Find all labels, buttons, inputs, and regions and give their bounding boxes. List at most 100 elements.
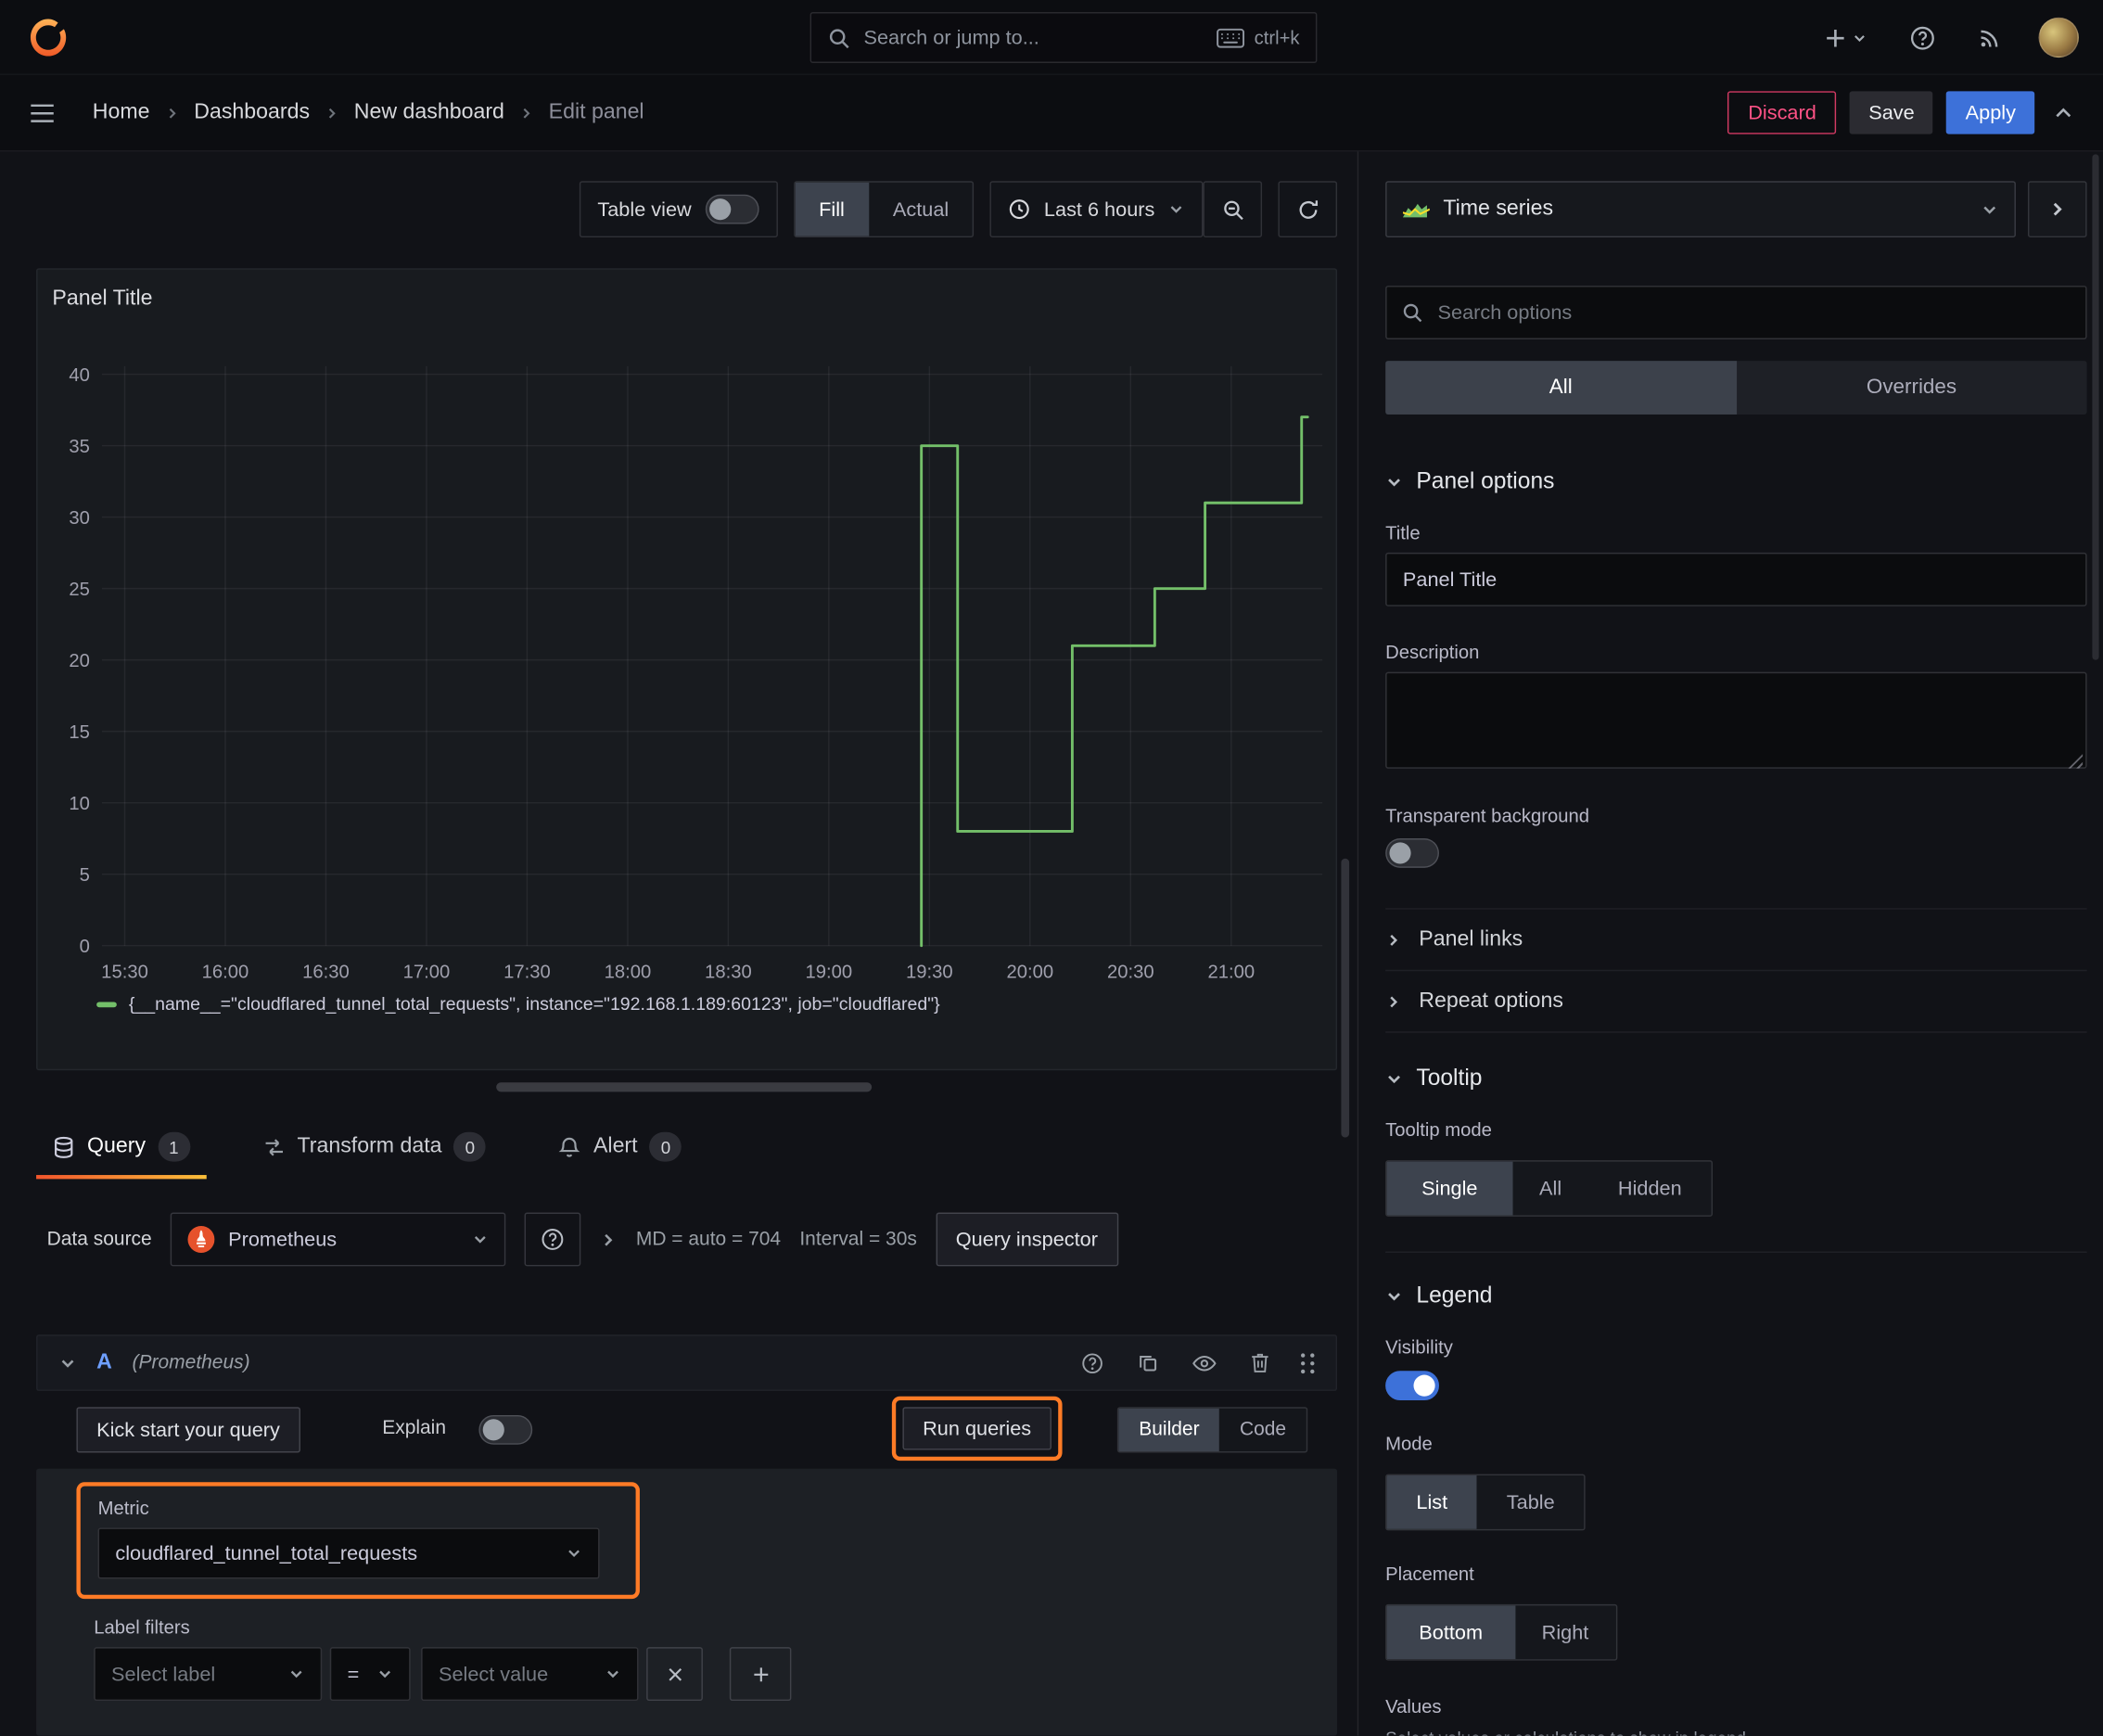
refresh-button[interactable] [1278,181,1338,238]
run-queries-highlight: Run queries [891,1396,1063,1462]
query-ref-id[interactable]: A [96,1351,112,1375]
legend-visibility-toggle[interactable] [1385,1371,1439,1401]
repeat-options-section[interactable]: Repeat options [1385,969,2087,1032]
transparent-background-toggle[interactable] [1385,838,1439,868]
legend-values-help: Select values or calculations to show in… [1385,1728,2086,1736]
explain-toggle[interactable] [478,1414,533,1445]
operator-dropdown[interactable]: = [329,1647,411,1702]
select-label-dropdown[interactable]: Select label [94,1647,323,1702]
search-options-input[interactable] [1385,286,2087,339]
svg-text:30: 30 [69,508,90,529]
tab-all[interactable]: All [1385,361,1737,415]
drag-handle-icon[interactable] [1301,1352,1315,1373]
chevron-down-icon[interactable] [59,1354,77,1372]
chart-legend[interactable]: {__name__="cloudflared_tunnel_total_requ… [96,994,940,1014]
breadcrumb-dashboards[interactable]: Dashboards [194,100,310,124]
help-button[interactable] [1905,19,1941,56]
alert-count-badge: 0 [649,1131,682,1162]
panel-resize-handle[interactable] [496,1082,873,1092]
metric-select[interactable]: cloudflared_tunnel_total_requests [97,1527,600,1579]
panel-options-section-header[interactable]: Panel options [1385,468,2086,495]
tooltip-section-header[interactable]: Tooltip [1385,1065,2086,1091]
keyboard-icon [1217,28,1245,48]
add-filter-button[interactable] [729,1647,792,1702]
options-scrollbar-thumb[interactable] [2092,154,2099,660]
breadcrumb-new-dashboard[interactable]: New dashboard [354,100,504,124]
duplicate-query-button[interactable] [1135,1349,1162,1376]
breadcrumb-home[interactable]: Home [93,100,150,124]
panel-links-section[interactable]: Panel links [1385,908,2087,970]
tab-overrides[interactable]: Overrides [1736,361,2086,415]
tooltip-mode-hidden[interactable]: Hidden [1588,1162,1711,1216]
legend-section-header[interactable]: Legend [1385,1283,2086,1309]
grafana-logo-icon[interactable] [27,16,70,58]
svg-text:15: 15 [69,722,90,743]
caret-down-icon [605,1666,620,1681]
table-view-toggle[interactable] [705,194,759,224]
svg-text:25: 25 [69,580,90,600]
panel-title-input[interactable] [1385,552,2087,606]
save-button[interactable]: Save [1849,91,1933,134]
table-view-control[interactable]: Table view [579,181,778,238]
svg-text:35: 35 [69,437,90,457]
search-input[interactable] [863,26,1204,49]
remove-filter-button[interactable] [646,1647,703,1702]
tooltip-mode-single[interactable]: Single [1386,1161,1513,1216]
shortcut-label: ctrl+k [1254,26,1300,49]
datasource-picker[interactable]: Prometheus [170,1212,506,1267]
user-avatar[interactable] [2038,17,2079,58]
visualization-picker[interactable]: Time series [1385,181,2016,238]
breadcrumb-chevron-icon [519,106,534,121]
caret-down-icon [288,1666,304,1681]
fill-option[interactable]: Fill [795,182,869,236]
query-row-header[interactable]: A (Prometheus) [36,1334,1338,1391]
svg-text:21:00: 21:00 [1207,962,1255,982]
run-queries-button[interactable]: Run queries [902,1407,1052,1450]
discard-button[interactable]: Discard [1727,91,1837,134]
datasource-help-button[interactable] [524,1212,581,1267]
panel-view-toolbar: Table view Fill Actual Last 6 hours [579,181,1338,238]
zoom-out-button[interactable] [1203,181,1263,238]
apply-button[interactable]: Apply [1946,91,2035,134]
hide-query-button[interactable] [1190,1351,1219,1374]
tab-alert[interactable]: Alert 0 [542,1115,698,1179]
menu-toggle-button[interactable] [24,97,60,128]
eye-icon [1192,1354,1217,1372]
news-button[interactable] [1973,20,2007,54]
breadcrumb-edit-panel: Edit panel [548,100,644,124]
caret-down-icon [1981,200,1998,218]
code-option[interactable]: Code [1219,1409,1306,1451]
tab-transform-data[interactable]: Transform data 0 [247,1115,503,1179]
collapse-header-button[interactable] [2048,97,2079,128]
query-inspector-button[interactable]: Query inspector [936,1212,1118,1267]
time-range-picker[interactable]: Last 6 hours [990,181,1204,238]
copy-icon [1138,1352,1159,1373]
rss-icon [1978,26,2001,49]
query-help-button[interactable] [1078,1348,1106,1376]
legend-mode-list[interactable]: List [1386,1475,1477,1529]
search-box[interactable]: ctrl+k [809,12,1318,63]
query-row-actions [1078,1348,1315,1376]
datasource-row: Data source Prometheus MD = auto = 704 I… [47,1211,1337,1268]
legend-placement-right[interactable]: Right [1515,1605,1616,1659]
delete-query-button[interactable] [1247,1349,1272,1376]
hamburger-icon [30,103,55,123]
collapse-options-button[interactable] [2027,181,2087,238]
legend-mode-table[interactable]: Table [1477,1475,1585,1529]
actual-option[interactable]: Actual [869,183,973,236]
chevron-right-icon[interactable] [600,1231,618,1248]
description-textarea[interactable] [1385,671,2087,769]
builder-option[interactable]: Builder [1118,1408,1220,1452]
kickstart-query-button[interactable]: Kick start your query [76,1407,300,1453]
legend-placement-bottom[interactable]: Bottom [1386,1605,1515,1660]
add-menu-button[interactable] [1818,20,1872,54]
bell-icon [558,1135,581,1158]
caret-down-icon [1852,31,1867,45]
scrollbar-thumb[interactable] [1341,858,1350,1138]
svg-text:0: 0 [80,937,90,957]
tab-query[interactable]: Query 1 [36,1115,206,1180]
select-value-dropdown[interactable]: Select value [421,1647,639,1702]
tooltip-mode-all[interactable]: All [1512,1162,1588,1216]
description-field-label: Description [1385,641,1480,663]
breadcrumb-bar: Home Dashboards New dashboard Edit panel… [0,74,2103,152]
